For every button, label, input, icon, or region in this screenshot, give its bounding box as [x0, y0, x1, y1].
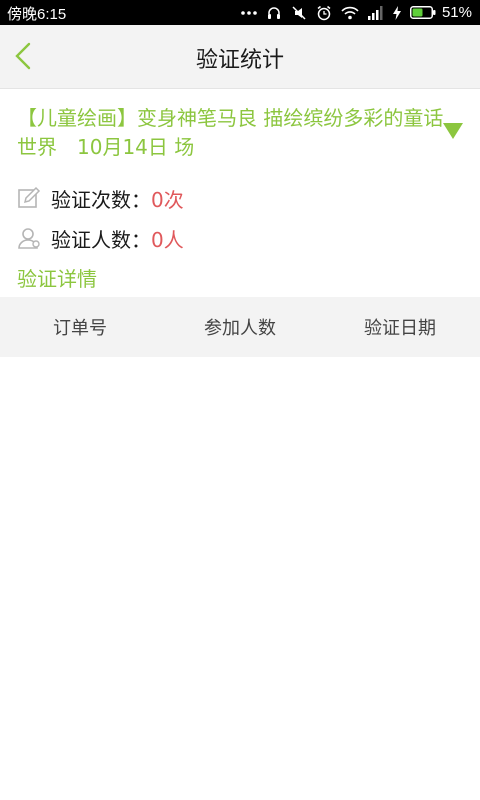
user-icon	[18, 228, 40, 249]
verify-people-label: 验证人数：	[51, 227, 151, 252]
more-dots-icon	[241, 10, 257, 15]
alarm-icon	[317, 5, 331, 20]
mute-icon	[292, 5, 306, 20]
verify-detail-link[interactable]: 验证详情	[17, 263, 97, 292]
status-time: 傍晚6:15	[7, 6, 67, 23]
battery-percent: 51%	[441, 4, 472, 21]
status-icons: 51%	[241, 2, 472, 23]
status-bar: 傍晚6:15 51%	[0, 0, 480, 25]
signal-icon	[367, 5, 383, 20]
battery-icon	[409, 6, 436, 19]
verify-people-value: 0人	[151, 227, 184, 252]
column-participants: 参加人数	[204, 318, 276, 339]
table-header: 订单号 参加人数 验证日期	[0, 297, 480, 357]
charging-icon	[392, 5, 401, 20]
dropdown-triangle-icon	[443, 123, 463, 139]
wifi-icon	[341, 6, 359, 19]
event-selector[interactable]: 【儿童绘画】变身神笔马良 描绘缤纷多彩的童话世界 10月14日 场	[0, 104, 480, 164]
verify-count-value: 0次	[151, 187, 184, 212]
verify-people-row: 验证人数： 0人	[17, 223, 184, 253]
column-order-number: 订单号	[53, 318, 107, 339]
headset-icon	[267, 6, 280, 19]
verify-count-label: 验证次数：	[51, 187, 151, 212]
verify-count-row: 验证次数： 0次	[17, 183, 184, 213]
page-title: 验证统计	[195, 48, 284, 73]
event-title: 【儿童绘画】变身神笔马良 描绘缤纷多彩的童话世界 10月14日 场	[17, 106, 444, 159]
app-header: 验证统计	[0, 25, 480, 89]
column-verify-date: 验证日期	[364, 318, 436, 339]
edit-icon	[18, 186, 41, 208]
